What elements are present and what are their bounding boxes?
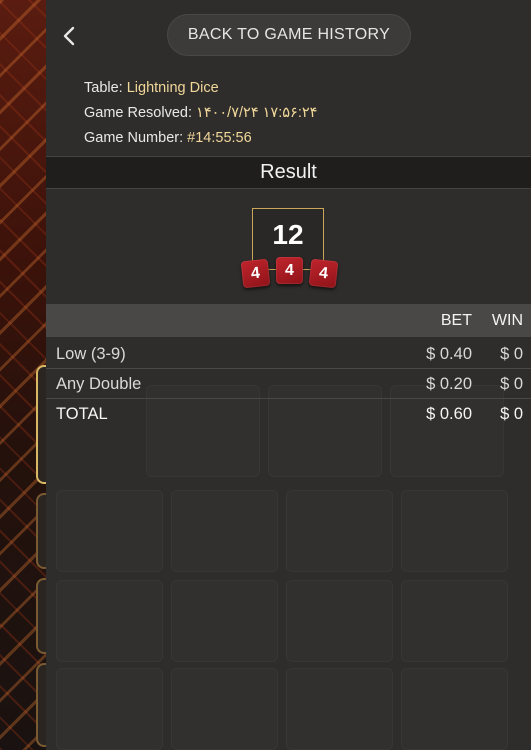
bet-column-header: BET <box>440 312 472 329</box>
die-1: 4 <box>240 258 271 289</box>
info-resolved-value: ۱۴۰۰/۷/۲۴ ۱۷:۵۶:۲۴ <box>196 105 318 121</box>
die-2: 4 <box>276 257 303 284</box>
info-table-value: Lightning Dice <box>126 80 219 96</box>
total-win: $ 0 <box>500 405 523 423</box>
win-amount: $ 0 <box>500 375 523 393</box>
bet-row-any-double: Any Double $ 0.20 $ 0 <box>46 369 531 399</box>
result-heading: Result <box>46 156 531 189</box>
background-game-board <box>0 0 52 750</box>
bet-name: Any Double <box>56 375 142 393</box>
history-detail-panel: BACK TO GAME HISTORY Table: Lightning Di… <box>46 0 531 750</box>
win-amount: $ 0 <box>500 345 523 363</box>
total-bet: $ 0.60 <box>426 405 472 423</box>
info-number-value: #14:55:56 <box>187 130 252 146</box>
dice-row: 4 4 4 <box>240 256 339 290</box>
win-column-header: WIN <box>491 312 523 329</box>
back-to-game-history-button[interactable]: BACK TO GAME HISTORY <box>167 14 411 56</box>
total-label: TOTAL <box>56 405 108 423</box>
bet-row-total: TOTAL $ 0.60 $ 0 <box>46 399 531 429</box>
bet-name: Low (3-9) <box>56 345 126 363</box>
chevron-left-icon[interactable] <box>60 24 78 48</box>
info-number-row: Game Number: #14:55:56 <box>84 126 504 151</box>
die-3: 4 <box>308 258 339 289</box>
game-history-screen: BACK TO GAME HISTORY Table: Lightning Di… <box>0 0 531 750</box>
bets-table-header: BET WIN <box>46 304 531 337</box>
top-bar: BACK TO GAME HISTORY <box>46 0 531 72</box>
bet-amount: $ 0.20 <box>426 375 472 393</box>
bet-row-low: Low (3-9) $ 0.40 $ 0 <box>46 339 531 369</box>
info-number-label: Game Number: <box>84 130 184 146</box>
info-table-row: Table: Lightning Dice <box>84 76 504 101</box>
game-info: Table: Lightning Dice Game Resolved: ۱۴۰… <box>84 76 504 151</box>
result-total: 12 <box>272 219 304 250</box>
info-resolved-row: Game Resolved: ۱۴۰۰/۷/۲۴ ۱۷:۵۶:۲۴ <box>84 101 504 126</box>
bet-amount: $ 0.40 <box>426 345 472 363</box>
info-resolved-label: Game Resolved: <box>84 105 192 121</box>
info-table-label: Table: <box>84 80 123 96</box>
